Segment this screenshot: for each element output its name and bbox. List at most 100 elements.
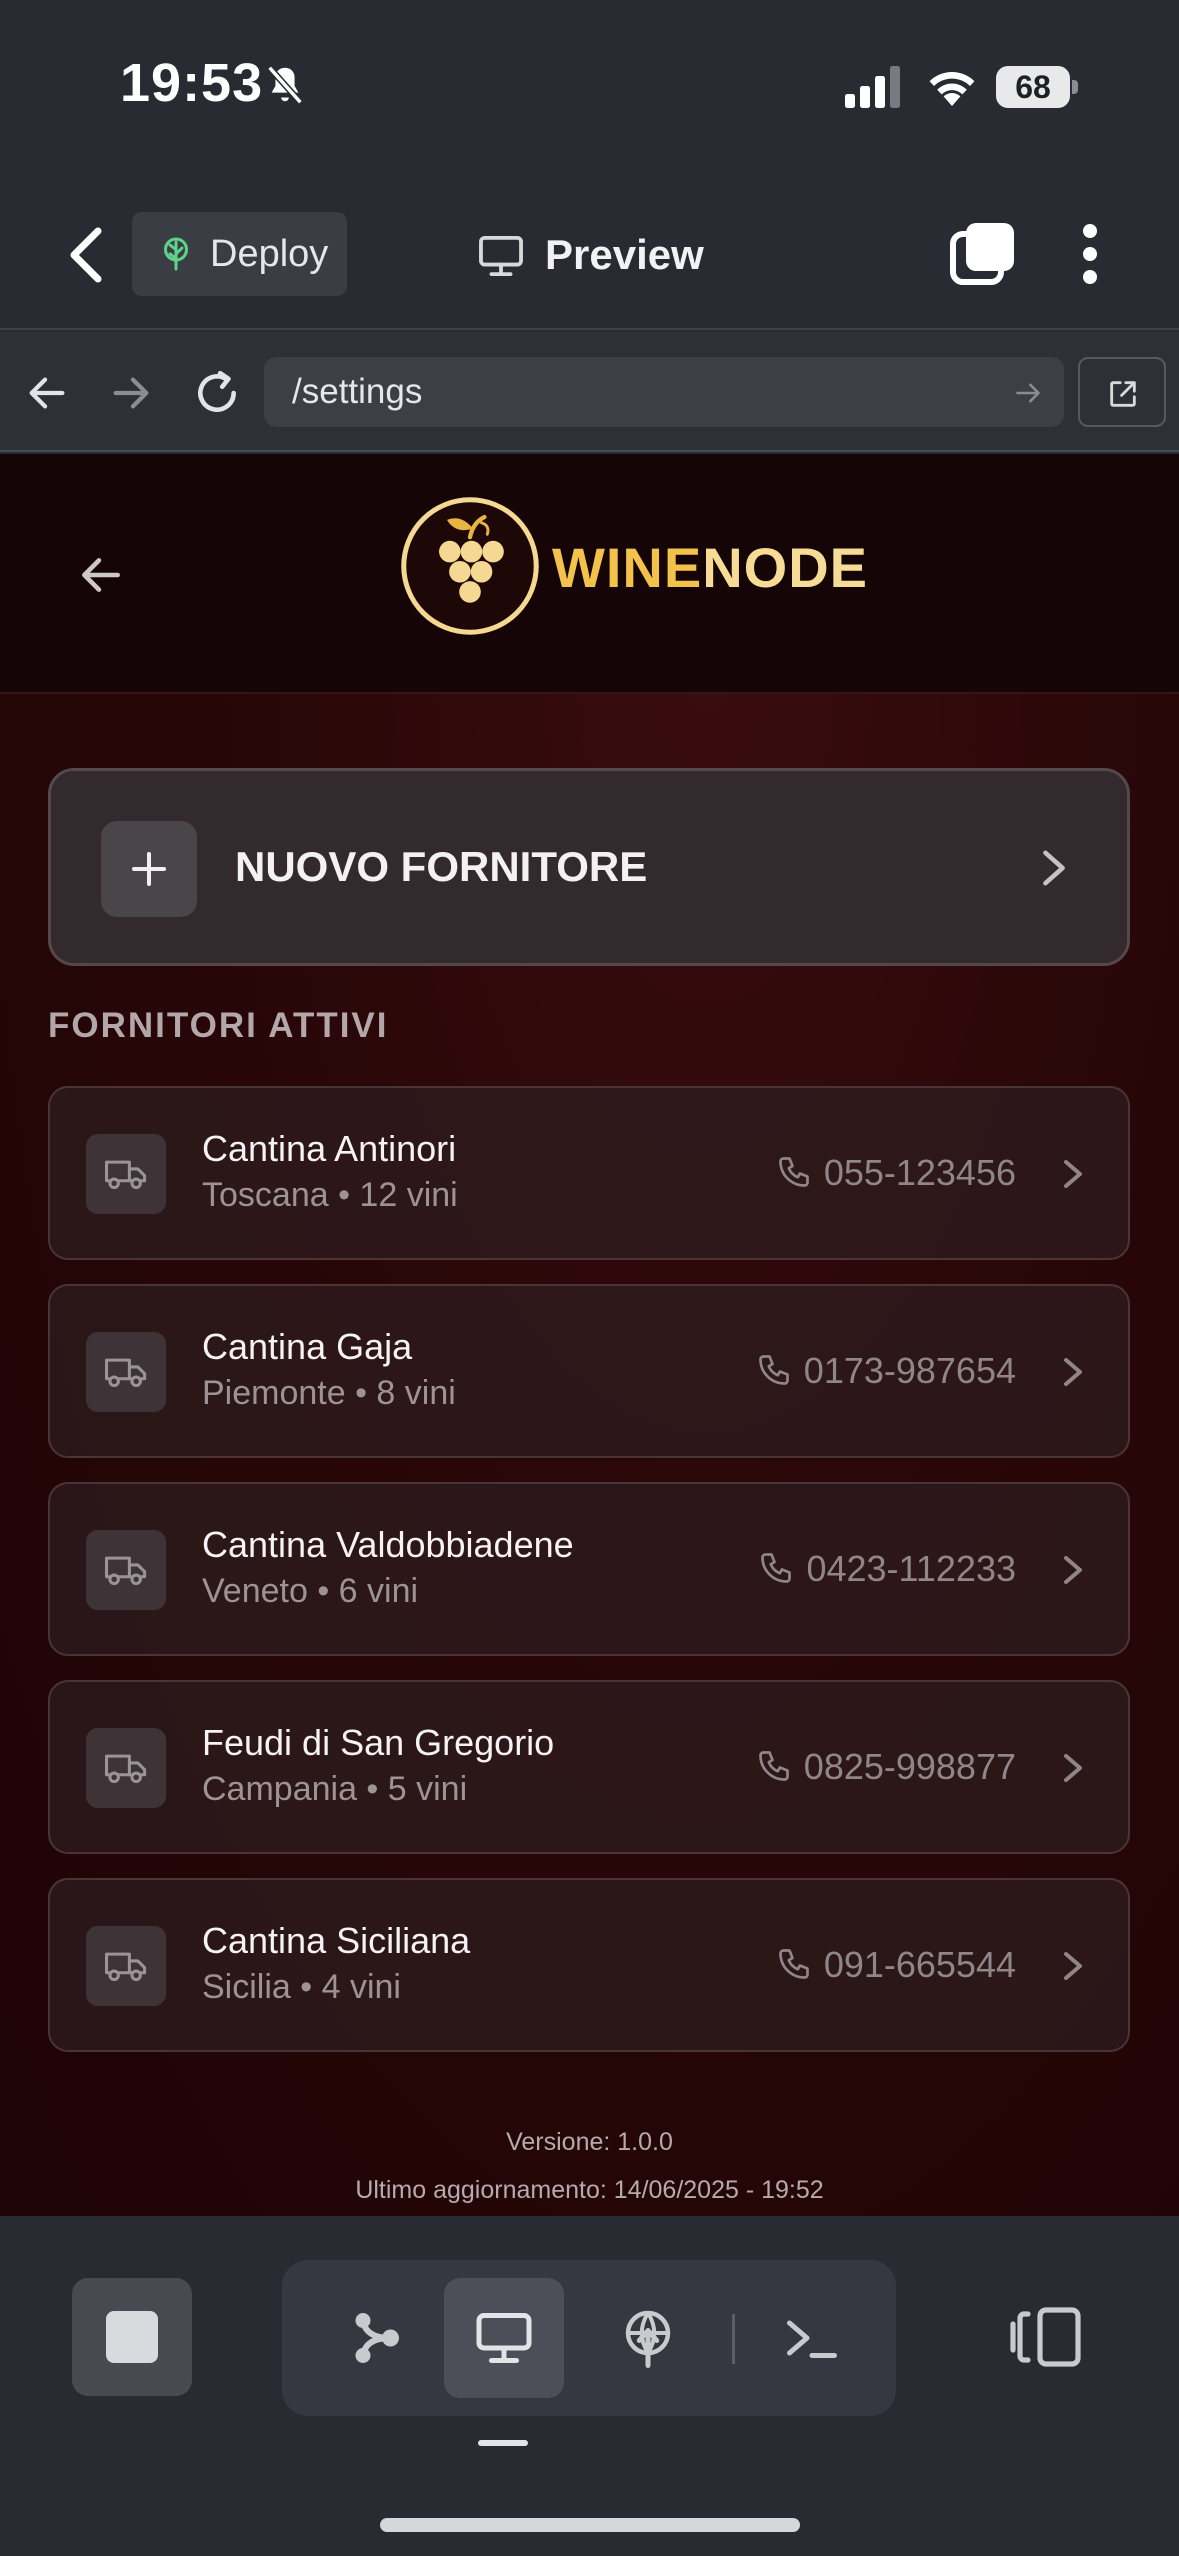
external-link-icon: [1110, 381, 1136, 407]
phone-icon: [761, 1553, 792, 1583]
supplier-card[interactable]: Cantina Gaja Piemonte • 8 vini 0173-987654: [48, 1284, 1130, 1458]
browser-forward-icon[interactable]: [108, 370, 154, 416]
chevron-right-icon: [1064, 1952, 1082, 1980]
brand-wordmark: WINENODE: [552, 536, 868, 600]
truck-box: [86, 1728, 166, 1808]
supplier-phone-number: 0825-998877: [803, 1746, 1016, 1787]
battery-indicator: 68: [996, 66, 1078, 108]
new-supplier-label: NUOVO FORNITORE: [235, 843, 648, 890]
truck-box: [86, 1332, 166, 1412]
reload-icon[interactable]: [192, 368, 242, 418]
branch-graph-icon: [355, 2313, 399, 2363]
preview-view-button[interactable]: [444, 2278, 564, 2398]
supplier-meta: Veneto • 6 vini: [202, 1572, 419, 1610]
truck-box: [86, 1530, 166, 1610]
preview-label: Preview: [545, 231, 704, 278]
bottom-toolbar: [0, 2216, 1179, 2556]
supplier-phone[interactable]: 0423-112233: [758, 1484, 1016, 1654]
home-indicator[interactable]: [380, 2518, 800, 2532]
supplier-card[interactable]: Cantina Siciliana Sicilia • 4 vini 091-665…: [48, 1878, 1130, 2052]
supplier-phone[interactable]: 055-123456: [776, 1088, 1016, 1258]
brand-part-node: NODE: [702, 536, 869, 599]
supplier-meta: Piemonte • 8 vini: [202, 1374, 456, 1412]
deploy-tree-icon: [164, 237, 188, 271]
battery-cap: [1072, 80, 1078, 94]
truck-icon: [105, 1160, 147, 1190]
open-external-button[interactable]: [1078, 357, 1166, 427]
phone-icon: [778, 1949, 809, 1979]
cellular-signal-icon: [845, 66, 900, 108]
brand-part-wine: WINE: [552, 536, 703, 599]
split-layout-icon[interactable]: [1010, 2306, 1082, 2368]
truck-box: [86, 1134, 166, 1214]
status-time: 19:53: [120, 53, 264, 113]
deploy-globe-icon: [625, 2310, 671, 2368]
chevron-right-icon: [1064, 1358, 1082, 1386]
view-switcher: [282, 2260, 896, 2416]
monitor-icon: [476, 2313, 532, 2363]
site-header: WINENODE: [0, 454, 1179, 694]
truck-icon: [105, 1556, 147, 1586]
supplier-phone[interactable]: 0825-998877: [756, 1682, 1016, 1852]
supplier-name: Cantina Valdobbiadene: [202, 1524, 574, 1565]
stop-button[interactable]: [72, 2278, 192, 2396]
deploy-view-button[interactable]: [588, 2278, 708, 2398]
wifi-icon: [929, 72, 975, 106]
url-text: /settings: [292, 372, 423, 411]
truck-icon: [105, 1952, 147, 1982]
branch-view-button[interactable]: [318, 2278, 438, 2398]
supplier-card[interactable]: Cantina Antinori Toscana • 12 vini 055-123…: [48, 1086, 1130, 1260]
stop-square-icon: [106, 2311, 158, 2363]
chevron-right-icon: [1064, 1754, 1082, 1782]
deploy-label: Deploy: [210, 233, 329, 275]
supplier-phone-number: 091-665544: [823, 1944, 1016, 1985]
supplier-name: Cantina Antinori: [202, 1128, 457, 1169]
supplier-card[interactable]: Feudi di San Gregorio Campania • 5 vini 08…: [48, 1680, 1130, 1854]
supplier-phone[interactable]: 0173-987654: [756, 1286, 1016, 1456]
phone-icon: [758, 1355, 789, 1385]
supplier-meta: Toscana • 12 vini: [202, 1176, 458, 1214]
supplier-phone-number: 055-123456: [823, 1152, 1016, 1193]
grape-logo-icon: [401, 497, 539, 635]
supplier-phone-number: 0423-112233: [806, 1548, 1016, 1589]
supplier-phone[interactable]: 091-665544: [776, 1880, 1016, 2050]
truck-icon: [105, 1754, 147, 1784]
chevron-right-icon: [1064, 1556, 1082, 1584]
app-version: Versione: 1.0.0: [506, 2128, 673, 2156]
plus-box: [101, 821, 197, 917]
web-content: WINENODE NUOVO FORNITORE FORNITORI ATTIV…: [0, 454, 1179, 2216]
battery-level: 68: [996, 66, 1070, 108]
phone-icon: [758, 1751, 789, 1781]
more-options-icon[interactable]: [1080, 223, 1100, 285]
deploy-button[interactable]: Deploy: [132, 212, 347, 296]
status-bar: 19:53 68: [0, 0, 1179, 175]
last-updated: Ultimo aggiornamento: 14/06/2025 - 19:52: [355, 2176, 824, 2204]
back-chevron-icon[interactable]: [62, 225, 112, 285]
site-back-arrow-icon[interactable]: [76, 550, 126, 600]
truck-icon: [105, 1358, 147, 1388]
supplier-name: Feudi di San Gregorio: [202, 1722, 555, 1763]
supplier-name: Cantina Siciliana: [202, 1920, 471, 1961]
app-top-bar: Deploy Preview: [0, 175, 1179, 330]
section-title: FORNITORI ATTIVI: [48, 1006, 389, 1045]
terminal-icon: [787, 2320, 837, 2358]
url-bar[interactable]: /settings: [264, 357, 1064, 427]
chevron-right-icon: [1064, 1160, 1082, 1188]
browser-bar: /settings: [0, 332, 1179, 452]
segment-divider: [732, 2314, 735, 2364]
phone-icon: [778, 1157, 809, 1187]
monitor-icon: [479, 235, 523, 277]
tabs-icon[interactable]: [950, 223, 1014, 285]
truck-box: [86, 1926, 166, 2006]
active-view-indicator: [478, 2440, 528, 2446]
browser-back-icon[interactable]: [24, 370, 70, 416]
terminal-view-button[interactable]: [752, 2278, 872, 2398]
chevron-right-icon: [1043, 850, 1065, 886]
go-arrow-icon[interactable]: [1014, 379, 1042, 407]
new-supplier-button[interactable]: NUOVO FORNITORE: [48, 768, 1130, 966]
bell-muted-icon: [267, 65, 303, 105]
supplier-card[interactable]: Cantina Valdobbiadene Veneto • 6 vini 0423…: [48, 1482, 1130, 1656]
plus-icon: [132, 852, 166, 886]
supplier-meta: Sicilia • 4 vini: [202, 1968, 401, 2006]
supplier-meta: Campania • 5 vini: [202, 1770, 468, 1808]
